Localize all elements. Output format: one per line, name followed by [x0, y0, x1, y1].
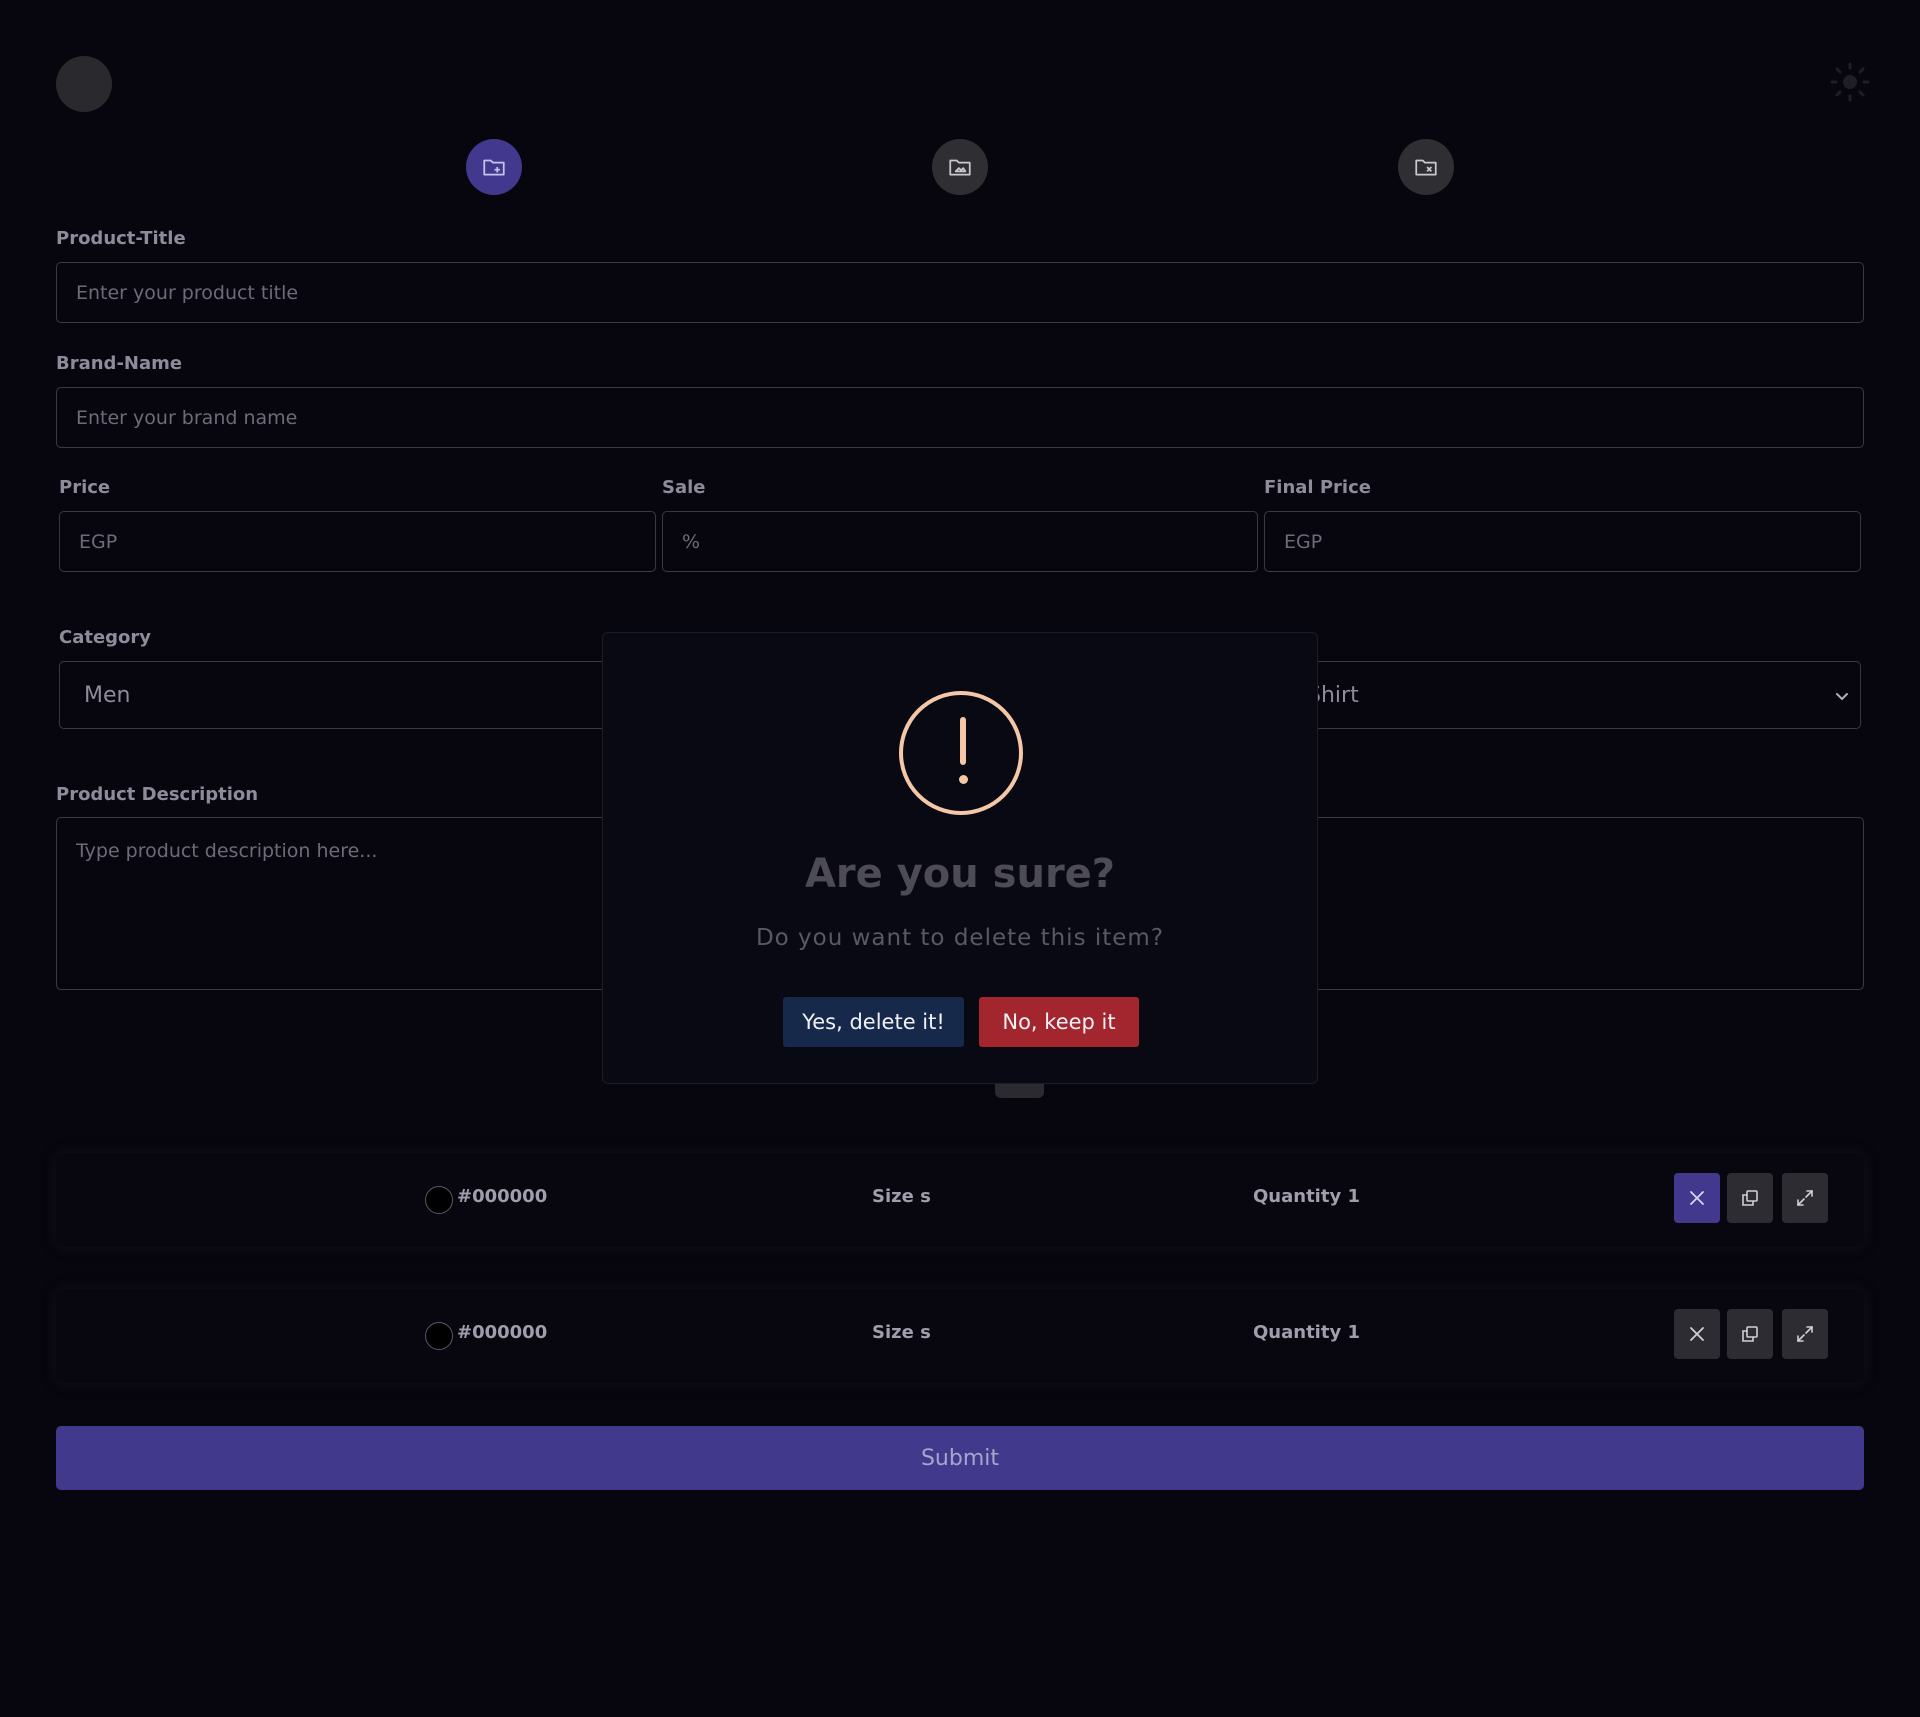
product-title-input[interactable]: Enter your product title: [56, 262, 1864, 323]
folder-x-icon: [1415, 159, 1437, 176]
color-swatch: [425, 1322, 453, 1350]
cancel-delete-button[interactable]: No, keep it: [979, 997, 1139, 1047]
variant-row: #000000 Size s Quantity 1: [56, 1289, 1864, 1383]
close-icon: [1690, 1191, 1704, 1205]
copy-icon: [1742, 1326, 1758, 1342]
confirm-delete-button[interactable]: Yes, delete it!: [783, 997, 964, 1047]
expand-icon: [1797, 1190, 1813, 1206]
expand-variant-button[interactable]: [1782, 1309, 1828, 1359]
sale-input[interactable]: %: [662, 511, 1258, 572]
type-select[interactable]: Shirt: [1300, 661, 1861, 729]
duplicate-variant-button[interactable]: [1727, 1309, 1773, 1359]
submit-button[interactable]: Submit: [56, 1426, 1864, 1490]
folder-image-icon: [949, 159, 971, 176]
step-add-product[interactable]: [466, 139, 522, 195]
variant-row: #000000 Size s Quantity 1: [56, 1153, 1864, 1247]
variant-size: Size s: [872, 1186, 931, 1207]
delete-variant-button[interactable]: [1674, 1173, 1720, 1223]
folder-plus-icon: [483, 159, 505, 176]
expand-icon: [1797, 1326, 1813, 1342]
category-label: Category: [59, 627, 152, 648]
final-price-label: Final Price: [1264, 477, 1371, 498]
expand-variant-button[interactable]: [1782, 1173, 1828, 1223]
step-product-images[interactable]: [932, 139, 988, 195]
dialog-title: Are you sure?: [804, 851, 1116, 897]
final-price-input[interactable]: EGP: [1264, 511, 1861, 572]
close-icon: [1690, 1327, 1704, 1341]
variant-quantity: Quantity 1: [1253, 1322, 1360, 1343]
add-variant-handle[interactable]: [995, 1083, 1044, 1098]
chevron-down-icon: [1836, 693, 1848, 701]
variant-color: #000000: [457, 1186, 548, 1207]
color-swatch: [425, 1186, 453, 1214]
duplicate-variant-button[interactable]: [1727, 1173, 1773, 1223]
product-description-label: Product Description: [56, 784, 259, 805]
delete-variant-button[interactable]: [1674, 1309, 1720, 1359]
variant-color: #000000: [457, 1322, 548, 1343]
sale-label: Sale: [662, 477, 706, 498]
delete-confirm-dialog: Are you sure? Do you want to delete this…: [602, 632, 1318, 1084]
brand-name-label: Brand-Name: [56, 353, 183, 374]
copy-icon: [1742, 1190, 1758, 1206]
brand-name-input[interactable]: Enter your brand name: [56, 387, 1864, 448]
variant-size: Size s: [872, 1322, 931, 1343]
dialog-message: Do you want to delete this item?: [755, 925, 1165, 951]
category-select[interactable]: Men: [59, 661, 619, 729]
warning-icon: [899, 691, 1023, 815]
price-input[interactable]: EGP: [59, 511, 656, 572]
price-label: Price: [59, 477, 111, 498]
step-remove[interactable]: [1398, 139, 1454, 195]
avatar[interactable]: [56, 56, 112, 112]
variant-quantity: Quantity 1: [1253, 1186, 1360, 1207]
product-title-label: Product-Title: [56, 228, 186, 249]
sun-icon[interactable]: [1830, 62, 1870, 102]
